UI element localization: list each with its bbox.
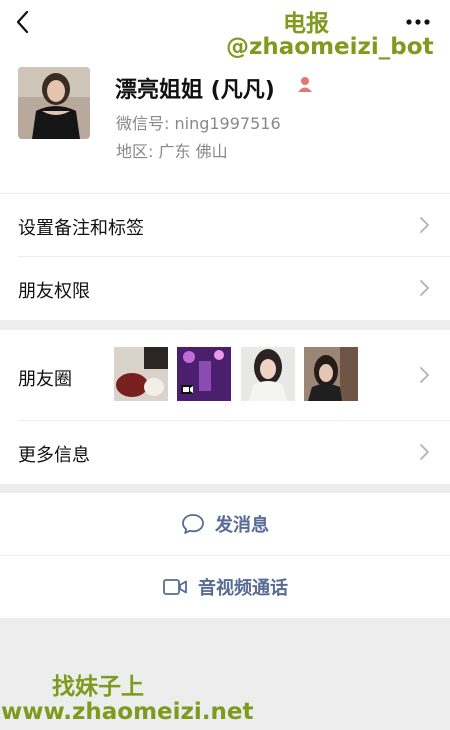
more-dots-icon — [406, 19, 430, 25]
moments-selfie-white-icon — [241, 347, 295, 401]
moments-thumbnail[interactable] — [241, 347, 295, 401]
remarks-tags-row[interactable]: 设置备注和标签 — [0, 194, 450, 256]
remarks-tags-label: 设置备注和标签 — [18, 218, 144, 239]
moments-label: 朋友圈 — [18, 369, 72, 390]
region: 地区: 广东 佛山 — [116, 142, 228, 161]
avatar-photo-icon — [18, 67, 90, 139]
friend-permissions-row[interactable]: 朋友权限 — [0, 257, 450, 319]
chevron-left-icon — [16, 10, 29, 34]
more-button[interactable] — [400, 10, 436, 34]
chevron-right-icon — [420, 444, 429, 460]
moments-thumbnail[interactable] — [304, 347, 358, 401]
moments-video-concert-icon — [177, 347, 231, 401]
watermark-text: @zhaomeizi_bot — [226, 34, 434, 60]
moments-thumbnail[interactable] — [114, 347, 168, 401]
friend-permissions-label: 朋友权限 — [18, 281, 90, 302]
moments-photo-food-icon — [114, 347, 168, 401]
watermark-text: 找妹子上 — [52, 674, 144, 700]
avatar[interactable] — [18, 67, 90, 139]
profile-name: 漂亮姐姐 (凡凡) — [115, 78, 275, 103]
video-camera-icon — [163, 579, 187, 595]
watermark-text: 电报 — [283, 11, 329, 37]
moments-thumbnail[interactable] — [177, 347, 231, 401]
female-icon — [296, 75, 314, 93]
chevron-right-icon — [420, 217, 429, 233]
more-info-label: 更多信息 — [18, 445, 90, 466]
wechat-id: 微信号: ning1997516 — [116, 114, 281, 133]
chat-bubble-icon — [182, 514, 204, 534]
moments-selfie-dark-icon — [304, 347, 358, 401]
chevron-right-icon — [420, 280, 429, 296]
back-button[interactable] — [10, 8, 38, 36]
watermark-text: www.zhaomeizi.net — [1, 699, 254, 725]
send-message-button[interactable]: 发消息 — [0, 493, 450, 555]
video-call-label: 音视频通话 — [198, 578, 288, 599]
more-info-row[interactable]: 更多信息 — [0, 421, 450, 483]
send-message-label: 发消息 — [215, 515, 269, 536]
video-call-button[interactable]: 音视频通话 — [0, 556, 450, 618]
chevron-right-icon — [420, 367, 429, 383]
